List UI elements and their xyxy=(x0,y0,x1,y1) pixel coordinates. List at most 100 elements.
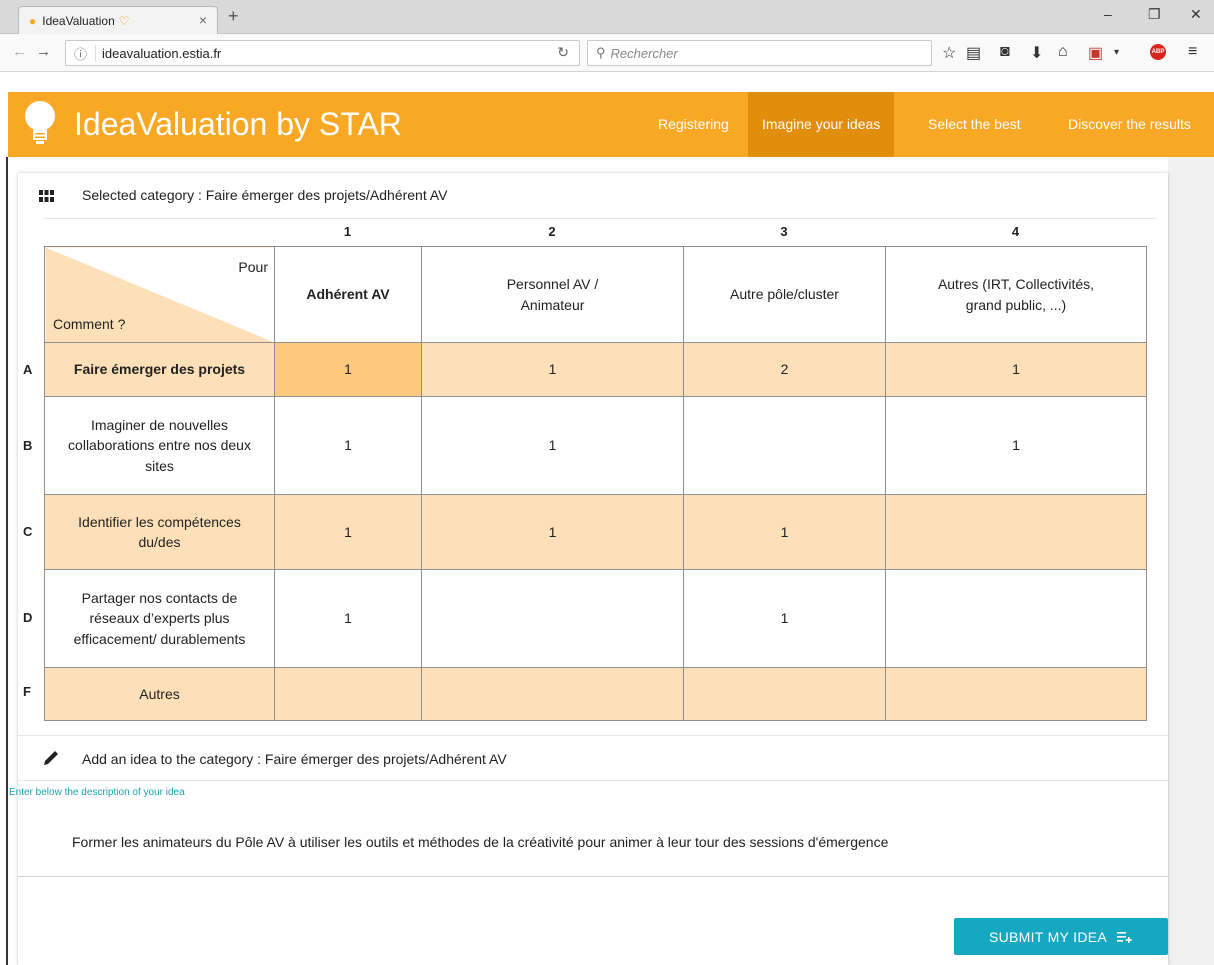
matrix-cell[interactable]: 2 xyxy=(683,342,886,397)
matrix-cell[interactable] xyxy=(885,494,1147,570)
dropdown-icon[interactable]: ▾ xyxy=(1114,47,1119,58)
matrix-row-b: Imaginer de nouvelles collaborations ent… xyxy=(44,396,1147,495)
matrix-cell[interactable]: 1 xyxy=(683,494,886,570)
selected-category-row: Selected category : Faire émerger des pr… xyxy=(18,173,1168,218)
nav-discover-the-results[interactable]: Discover the results xyxy=(1054,92,1205,157)
playlist-add-icon xyxy=(1117,931,1132,943)
matrix-row-f: Autres xyxy=(44,667,1147,721)
idea-matrix: Pour Comment ? Adhérent AV Personnel AV … xyxy=(44,246,1147,721)
row-letter: A xyxy=(23,362,33,377)
minimize-icon[interactable]: – xyxy=(1104,6,1112,22)
idea-field-label: Enter below the description of your idea xyxy=(9,787,185,798)
matrix-cell[interactable] xyxy=(885,667,1147,721)
column-number: 2 xyxy=(548,224,556,239)
matrix-cell[interactable]: 1 xyxy=(274,569,422,668)
pocket-icon[interactable]: ◙ xyxy=(1000,43,1010,61)
column-header-autre-pole: Autre pôle/cluster xyxy=(683,246,886,343)
idea-field-underline xyxy=(18,876,1168,877)
matrix-cell[interactable]: 1 xyxy=(421,342,684,397)
new-tab-icon[interactable]: + xyxy=(228,6,239,27)
browser-tab-bar: ● IdeaValuation ♡ × + – ❐ ✕ xyxy=(0,0,1214,34)
pencil-icon xyxy=(44,751,58,765)
row-label[interactable]: Partager nos contacts de réseaux d’exper… xyxy=(44,569,275,668)
row-letter: F xyxy=(23,684,31,699)
tab-title: IdeaValuation xyxy=(42,13,115,28)
matrix-cell[interactable] xyxy=(683,667,886,721)
matrix-cell[interactable] xyxy=(885,569,1147,668)
selected-category-label: Selected category : Faire émerger des pr… xyxy=(82,187,448,203)
grid-icon xyxy=(39,190,54,202)
row-label[interactable]: Imaginer de nouvelles collaborations ent… xyxy=(44,396,275,495)
matrix-header-row: Pour Comment ? Adhérent AV Personnel AV … xyxy=(44,246,1147,343)
matrix-cell[interactable]: 1 xyxy=(274,494,422,570)
add-idea-row: Add an idea to the category : Faire émer… xyxy=(18,735,1168,781)
info-icon[interactable]: ⓘ xyxy=(74,44,87,63)
app-header: IdeaValuation by STAR Registering Imagin… xyxy=(8,92,1214,157)
matrix-cell[interactable]: 1 xyxy=(421,494,684,570)
matrix-cell[interactable]: 1 xyxy=(421,396,684,495)
matrix-cell[interactable] xyxy=(421,569,684,668)
blank-strip xyxy=(0,72,1214,92)
row-label[interactable]: Faire émerger des projets xyxy=(44,342,275,397)
matrix-cell[interactable] xyxy=(274,667,422,721)
row-letter: D xyxy=(23,610,33,625)
column-number: 3 xyxy=(780,224,788,239)
url-separator xyxy=(95,45,97,61)
matrix-cell[interactable]: 1 xyxy=(683,569,886,668)
nav-imagine-your-ideas[interactable]: Imagine your ideas xyxy=(748,92,895,157)
nav-select-the-best[interactable]: Select the best xyxy=(914,92,1035,157)
matrix-row-c: Identifier les compétences du/des 1 1 1 xyxy=(44,494,1147,570)
add-idea-label: Add an idea to the category : Faire émer… xyxy=(82,751,507,767)
search-placeholder: Rechercher xyxy=(610,45,678,61)
column-number: 1 xyxy=(343,224,352,239)
matrix-cell[interactable] xyxy=(421,667,684,721)
restore-icon[interactable]: ❐ xyxy=(1148,6,1161,23)
url-bar[interactable]: ⓘ ideavaluation. estia.fr ↻ xyxy=(65,40,580,66)
matrix-cell[interactable]: 1 xyxy=(274,396,422,495)
submit-label: SUBMIT MY IDEA xyxy=(988,928,1108,945)
lightbulb-icon: ♡ xyxy=(118,13,130,28)
submit-idea-button[interactable]: SUBMIT MY IDEA xyxy=(954,918,1168,955)
row-letter: B xyxy=(23,438,33,453)
matrix-corner-cell: Pour Comment ? xyxy=(44,246,275,343)
back-icon[interactable]: ← xyxy=(12,43,27,60)
forward-icon[interactable]: → xyxy=(36,43,51,60)
matrix-row-a: Faire émerger des projets 1 1 2 1 xyxy=(44,342,1147,397)
downloads-icon[interactable]: ⬇ xyxy=(1030,43,1043,63)
reload-icon[interactable]: ↻ xyxy=(557,44,569,61)
browser-tab[interactable]: ● IdeaValuation ♡ × xyxy=(18,6,218,34)
row-label[interactable]: Autres xyxy=(44,667,275,721)
lightbulb-favicon-icon: ● xyxy=(29,13,37,28)
window-edge xyxy=(6,157,8,965)
menu-icon[interactable]: ≡ xyxy=(1188,43,1197,61)
corner-pour-label: Pour xyxy=(238,259,268,275)
app-title: IdeaValuation by STAR xyxy=(74,106,402,142)
matrix-cell[interactable] xyxy=(683,396,886,495)
matrix-cell-selected[interactable]: 1 xyxy=(274,342,422,397)
bookmark-star-icon[interactable]: ☆ xyxy=(942,43,956,63)
corner-comment-label: Comment ? xyxy=(53,315,126,332)
idea-description-input[interactable]: Former les animateurs du Pôle AV à utili… xyxy=(72,834,888,850)
adblock-icon[interactable]: ABP xyxy=(1150,44,1166,60)
scroll-gutter xyxy=(1168,157,1214,965)
window-close-icon[interactable]: ✕ xyxy=(1190,6,1202,23)
nav-registering[interactable]: Registering xyxy=(644,92,743,157)
column-number: 4 xyxy=(1011,224,1020,239)
close-tab-icon[interactable]: × xyxy=(199,12,207,28)
home-icon[interactable]: ⌂ xyxy=(1058,43,1068,61)
browser-toolbar: ← → ⓘ ideavaluation. estia.fr ↻ ⚲ Recherc… xyxy=(0,34,1214,72)
url-domain: estia.fr xyxy=(182,45,222,61)
bookmarks-library-icon[interactable]: ▤ xyxy=(966,43,981,63)
matrix-cell[interactable]: 1 xyxy=(885,342,1147,397)
row-letter: C xyxy=(23,524,33,539)
matrix-cell[interactable]: 1 xyxy=(885,396,1147,495)
column-header-adherent-av: Adhérent AV xyxy=(274,246,422,343)
pdf-icon[interactable]: ▣ xyxy=(1088,43,1103,63)
matrix-row-d: Partager nos contacts de réseaux d’exper… xyxy=(44,569,1147,668)
column-number-divider xyxy=(44,218,1156,219)
search-bar[interactable]: ⚲ Rechercher xyxy=(587,40,932,66)
column-header-autres: Autres (IRT, Collectivités, grand public… xyxy=(885,246,1147,343)
row-label[interactable]: Identifier les compétences du/des xyxy=(44,494,275,570)
url-host: ideavaluation. xyxy=(102,45,183,61)
column-header-personnel-av: Personnel AV / Animateur xyxy=(421,246,684,343)
